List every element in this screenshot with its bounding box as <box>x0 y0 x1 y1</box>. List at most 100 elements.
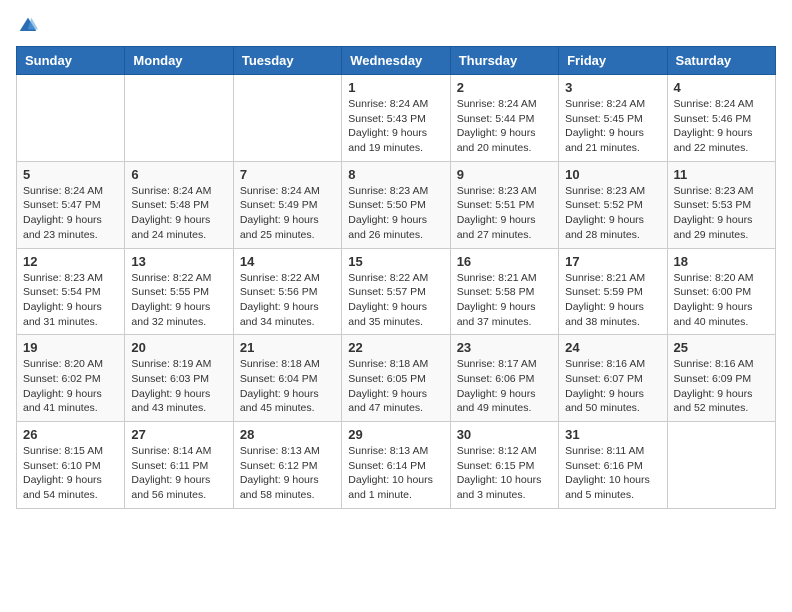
calendar-cell: 15 Sunrise: 8:22 AM Sunset: 5:57 PM Dayli… <box>342 248 450 335</box>
calendar-header: SundayMondayTuesdayWednesdayThursdayFrid… <box>17 47 776 75</box>
calendar-cell <box>17 75 125 162</box>
calendar-cell: 4 Sunrise: 8:24 AM Sunset: 5:46 PM Daylig… <box>667 75 775 162</box>
calendar-cell: 17 Sunrise: 8:21 AM Sunset: 5:59 PM Dayli… <box>559 248 667 335</box>
logo <box>16 16 38 36</box>
calendar-cell: 3 Sunrise: 8:24 AM Sunset: 5:45 PM Daylig… <box>559 75 667 162</box>
calendar-cell: 24Sunrise: 8:16 AM Sunset: 6:07 PM Dayli… <box>559 335 667 422</box>
day-info: Sunrise: 8:23 AM Sunset: 5:53 PM Dayligh… <box>674 184 769 243</box>
calendar-table: SundayMondayTuesdayWednesdayThursdayFrid… <box>16 46 776 509</box>
calendar-cell: 10 Sunrise: 8:23 AM Sunset: 5:52 PM Dayli… <box>559 161 667 248</box>
day-info: Sunrise: 8:22 AM Sunset: 5:57 PM Dayligh… <box>348 271 443 330</box>
day-info: Sunrise: 8:17 AM Sunset: 6:06 PM Dayligh… <box>457 357 552 416</box>
day-info: Sunrise: 8:24 AM Sunset: 5:44 PM Dayligh… <box>457 97 552 156</box>
day-info: Sunrise: 8:16 AM Sunset: 6:09 PM Dayligh… <box>674 357 769 416</box>
day-number: 28 <box>240 427 335 442</box>
logo-icon <box>18 16 38 36</box>
weekday-header-row: SundayMondayTuesdayWednesdayThursdayFrid… <box>17 47 776 75</box>
calendar-cell: 31 Sunrise: 8:11 AM Sunset: 6:16 PM Dayli… <box>559 422 667 509</box>
day-number: 2 <box>457 80 552 95</box>
day-info: Sunrise: 8:23 AM Sunset: 5:50 PM Dayligh… <box>348 184 443 243</box>
day-number: 17 <box>565 254 660 269</box>
calendar-week-4: 19Sunrise: 8:20 AM Sunset: 6:02 PM Dayli… <box>17 335 776 422</box>
calendar-cell: 26 Sunrise: 8:15 AM Sunset: 6:10 PM Dayli… <box>17 422 125 509</box>
day-info: Sunrise: 8:24 AM Sunset: 5:46 PM Dayligh… <box>674 97 769 156</box>
page-header <box>16 16 776 36</box>
day-number: 19 <box>23 340 118 355</box>
calendar-week-1: 1 Sunrise: 8:24 AM Sunset: 5:43 PM Daylig… <box>17 75 776 162</box>
day-info: Sunrise: 8:14 AM Sunset: 6:11 PM Dayligh… <box>131 444 226 503</box>
calendar-cell: 19Sunrise: 8:20 AM Sunset: 6:02 PM Dayli… <box>17 335 125 422</box>
day-number: 8 <box>348 167 443 182</box>
day-info: Sunrise: 8:21 AM Sunset: 5:58 PM Dayligh… <box>457 271 552 330</box>
day-info: Sunrise: 8:24 AM Sunset: 5:49 PM Dayligh… <box>240 184 335 243</box>
calendar-cell <box>667 422 775 509</box>
day-info: Sunrise: 8:19 AM Sunset: 6:03 PM Dayligh… <box>131 357 226 416</box>
calendar-cell: 29 Sunrise: 8:13 AM Sunset: 6:14 PM Dayli… <box>342 422 450 509</box>
day-number: 20 <box>131 340 226 355</box>
calendar-cell <box>233 75 341 162</box>
day-info: Sunrise: 8:18 AM Sunset: 6:04 PM Dayligh… <box>240 357 335 416</box>
day-number: 1 <box>348 80 443 95</box>
day-info: Sunrise: 8:13 AM Sunset: 6:14 PM Dayligh… <box>348 444 443 503</box>
calendar-cell: 14Sunrise: 8:22 AM Sunset: 5:56 PM Dayli… <box>233 248 341 335</box>
calendar-cell: 22 Sunrise: 8:18 AM Sunset: 6:05 PM Dayli… <box>342 335 450 422</box>
weekday-header-monday: Monday <box>125 47 233 75</box>
weekday-header-saturday: Saturday <box>667 47 775 75</box>
day-number: 12 <box>23 254 118 269</box>
day-info: Sunrise: 8:24 AM Sunset: 5:47 PM Dayligh… <box>23 184 118 243</box>
calendar-body: 1 Sunrise: 8:24 AM Sunset: 5:43 PM Daylig… <box>17 75 776 509</box>
day-number: 21 <box>240 340 335 355</box>
day-info: Sunrise: 8:12 AM Sunset: 6:15 PM Dayligh… <box>457 444 552 503</box>
day-info: Sunrise: 8:22 AM Sunset: 5:56 PM Dayligh… <box>240 271 335 330</box>
day-info: Sunrise: 8:24 AM Sunset: 5:48 PM Dayligh… <box>131 184 226 243</box>
day-info: Sunrise: 8:18 AM Sunset: 6:05 PM Dayligh… <box>348 357 443 416</box>
calendar-cell: 11 Sunrise: 8:23 AM Sunset: 5:53 PM Dayli… <box>667 161 775 248</box>
calendar-week-5: 26 Sunrise: 8:15 AM Sunset: 6:10 PM Dayli… <box>17 422 776 509</box>
day-number: 6 <box>131 167 226 182</box>
day-number: 16 <box>457 254 552 269</box>
day-number: 9 <box>457 167 552 182</box>
day-info: Sunrise: 8:20 AM Sunset: 6:00 PM Dayligh… <box>674 271 769 330</box>
day-info: Sunrise: 8:11 AM Sunset: 6:16 PM Dayligh… <box>565 444 660 503</box>
weekday-header-sunday: Sunday <box>17 47 125 75</box>
calendar-week-2: 5 Sunrise: 8:24 AM Sunset: 5:47 PM Daylig… <box>17 161 776 248</box>
calendar-cell: 16 Sunrise: 8:21 AM Sunset: 5:58 PM Dayli… <box>450 248 558 335</box>
day-number: 5 <box>23 167 118 182</box>
day-info: Sunrise: 8:23 AM Sunset: 5:54 PM Dayligh… <box>23 271 118 330</box>
day-number: 4 <box>674 80 769 95</box>
day-number: 10 <box>565 167 660 182</box>
day-number: 22 <box>348 340 443 355</box>
day-info: Sunrise: 8:23 AM Sunset: 5:52 PM Dayligh… <box>565 184 660 243</box>
day-info: Sunrise: 8:21 AM Sunset: 5:59 PM Dayligh… <box>565 271 660 330</box>
day-number: 7 <box>240 167 335 182</box>
calendar-week-3: 12 Sunrise: 8:23 AM Sunset: 5:54 PM Dayli… <box>17 248 776 335</box>
day-number: 11 <box>674 167 769 182</box>
day-number: 29 <box>348 427 443 442</box>
calendar-cell: 21 Sunrise: 8:18 AM Sunset: 6:04 PM Dayli… <box>233 335 341 422</box>
calendar-cell: 12 Sunrise: 8:23 AM Sunset: 5:54 PM Dayli… <box>17 248 125 335</box>
calendar-cell: 13Sunrise: 8:22 AM Sunset: 5:55 PM Dayli… <box>125 248 233 335</box>
day-number: 26 <box>23 427 118 442</box>
calendar-cell: 25 Sunrise: 8:16 AM Sunset: 6:09 PM Dayli… <box>667 335 775 422</box>
calendar-cell: 6 Sunrise: 8:24 AM Sunset: 5:48 PM Daylig… <box>125 161 233 248</box>
day-number: 3 <box>565 80 660 95</box>
day-info: Sunrise: 8:24 AM Sunset: 5:43 PM Dayligh… <box>348 97 443 156</box>
calendar-cell: 5 Sunrise: 8:24 AM Sunset: 5:47 PM Daylig… <box>17 161 125 248</box>
day-number: 30 <box>457 427 552 442</box>
calendar-cell: 18 Sunrise: 8:20 AM Sunset: 6:00 PM Dayli… <box>667 248 775 335</box>
day-number: 31 <box>565 427 660 442</box>
calendar-cell: 30 Sunrise: 8:12 AM Sunset: 6:15 PM Dayli… <box>450 422 558 509</box>
calendar-cell: 20 Sunrise: 8:19 AM Sunset: 6:03 PM Dayli… <box>125 335 233 422</box>
day-number: 18 <box>674 254 769 269</box>
day-number: 25 <box>674 340 769 355</box>
calendar-cell: 28 Sunrise: 8:13 AM Sunset: 6:12 PM Dayli… <box>233 422 341 509</box>
day-number: 15 <box>348 254 443 269</box>
calendar-cell: 27Sunrise: 8:14 AM Sunset: 6:11 PM Dayli… <box>125 422 233 509</box>
day-info: Sunrise: 8:13 AM Sunset: 6:12 PM Dayligh… <box>240 444 335 503</box>
weekday-header-thursday: Thursday <box>450 47 558 75</box>
calendar-cell: 9Sunrise: 8:23 AM Sunset: 5:51 PM Daylig… <box>450 161 558 248</box>
weekday-header-friday: Friday <box>559 47 667 75</box>
day-info: Sunrise: 8:24 AM Sunset: 5:45 PM Dayligh… <box>565 97 660 156</box>
weekday-header-tuesday: Tuesday <box>233 47 341 75</box>
day-info: Sunrise: 8:15 AM Sunset: 6:10 PM Dayligh… <box>23 444 118 503</box>
